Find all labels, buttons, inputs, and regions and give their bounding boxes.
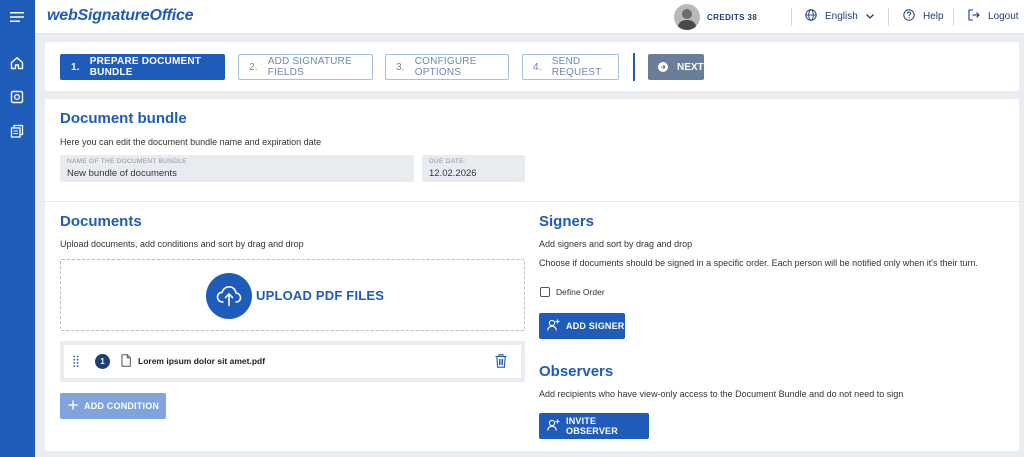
add-signer-button[interactable]: ADD SIGNER — [539, 313, 625, 339]
wizard-steps-bar: 1. PREPARE DOCUMENT BUNDLE 2. ADD SIGNAT… — [45, 42, 1019, 91]
step-label: SEND REQUEST — [551, 56, 602, 78]
top-header: webSignatureOffice CREDITS 38 English He… — [35, 0, 1024, 34]
globe-icon — [805, 9, 825, 24]
avatar[interactable] — [674, 4, 700, 30]
bundle-name-field[interactable]: NAME OF THE DOCUMENT BUNDLE New bundle o… — [60, 155, 414, 182]
language-label: English — [825, 11, 858, 22]
step-number: 2. — [249, 61, 258, 73]
add-condition-button[interactable]: ADD CONDITION — [60, 393, 166, 419]
header-divider — [888, 8, 889, 26]
safe-icon[interactable] — [8, 88, 26, 106]
add-condition-label: ADD CONDITION — [84, 401, 160, 411]
define-order-label: Define Order — [556, 287, 605, 297]
next-label: NEXT — [677, 61, 704, 73]
observers-description: Add recipients who have view-only access… — [539, 389, 904, 399]
plus-icon — [68, 400, 84, 412]
step-number: 1. — [71, 61, 80, 73]
due-date-value[interactable]: 12.02.2026 — [429, 168, 525, 179]
due-date-label: DUE DATE: — [429, 158, 466, 165]
due-date-field[interactable]: DUE DATE: 12.02.2026 — [422, 155, 525, 182]
step-number: 4. — [533, 61, 542, 73]
step-prepare-document-bundle[interactable]: 1. PREPARE DOCUMENT BUNDLE — [60, 54, 225, 80]
main-content-card: Document bundle Here you can edit the do… — [45, 99, 1019, 451]
step-add-signature-fields[interactable]: 2. ADD SIGNATURE FIELDS — [238, 54, 373, 80]
sidebar — [0, 0, 35, 457]
header-divider — [953, 8, 954, 26]
logout-button[interactable]: Logout — [968, 9, 1019, 24]
add-user-icon — [547, 419, 566, 433]
document-list-item[interactable]: 1 Lorem ipsum dolor sit amet.pdf — [60, 341, 525, 382]
add-user-icon — [547, 319, 566, 333]
header-divider — [791, 8, 792, 26]
add-signer-label: ADD SIGNER — [566, 321, 625, 331]
define-order-checkbox[interactable] — [540, 287, 550, 297]
section-divider — [45, 201, 1019, 202]
documents-description: Upload documents, add conditions and sor… — [60, 239, 304, 249]
help-button[interactable]: Help — [903, 9, 944, 24]
file-icon — [121, 354, 131, 372]
document-order-badge: 1 — [95, 354, 110, 369]
bundle-name-label: NAME OF THE DOCUMENT BUNDLE — [67, 158, 187, 165]
step-label: PREPARE DOCUMENT BUNDLE — [89, 56, 202, 78]
drag-handle-icon[interactable] — [73, 355, 79, 373]
documents-title: Documents — [60, 213, 142, 230]
document-item-card[interactable]: 1 Lorem ipsum dolor sit amet.pdf — [64, 345, 521, 378]
logout-label: Logout — [988, 11, 1019, 22]
help-label: Help — [923, 11, 944, 22]
logout-icon — [968, 9, 988, 24]
arrow-right-icon — [658, 62, 668, 72]
signers-description: Add signers and sort by drag and drop — [539, 239, 693, 249]
bundle-title: Document bundle — [60, 110, 187, 127]
next-button[interactable]: NEXT — [648, 54, 704, 80]
define-order-option[interactable]: Define Order — [540, 287, 605, 297]
home-icon[interactable] — [8, 54, 26, 72]
credits-counter: CREDITS 38 — [707, 13, 758, 22]
language-selector[interactable]: English — [805, 9, 882, 24]
documents-stack-icon[interactable] — [8, 122, 26, 140]
step-number: 3. — [396, 61, 405, 73]
steps-divider — [633, 53, 635, 81]
step-label: ADD SIGNATURE FIELDS — [267, 56, 352, 78]
upload-label: UPLOAD PDF FILES — [256, 288, 385, 303]
invite-observer-button[interactable]: INVITE OBSERVER — [539, 413, 649, 439]
signers-order-note: Choose if documents should be signed in … — [539, 258, 978, 268]
step-configure-options[interactable]: 3. CONFIGURE OPTIONS — [385, 54, 509, 80]
bundle-description: Here you can edit the document bundle na… — [60, 137, 322, 147]
app-logo[interactable]: webSignatureOffice — [47, 7, 194, 25]
step-send-request[interactable]: 4. SEND REQUEST — [522, 54, 619, 80]
upload-dropzone[interactable]: UPLOAD PDF FILES — [60, 259, 525, 331]
step-label: CONFIGURE OPTIONS — [414, 56, 477, 78]
cloud-upload-icon — [206, 273, 252, 319]
help-icon — [903, 9, 923, 24]
menu-icon[interactable] — [8, 8, 26, 26]
chevron-down-icon — [865, 11, 882, 22]
document-file-name[interactable]: Lorem ipsum dolor sit amet.pdf — [138, 356, 265, 366]
observers-title: Observers — [539, 363, 614, 380]
signers-title: Signers — [539, 213, 595, 230]
bundle-name-value[interactable]: New bundle of documents — [67, 168, 414, 179]
invite-observer-label: INVITE OBSERVER — [566, 416, 618, 436]
trash-icon[interactable] — [495, 354, 507, 373]
